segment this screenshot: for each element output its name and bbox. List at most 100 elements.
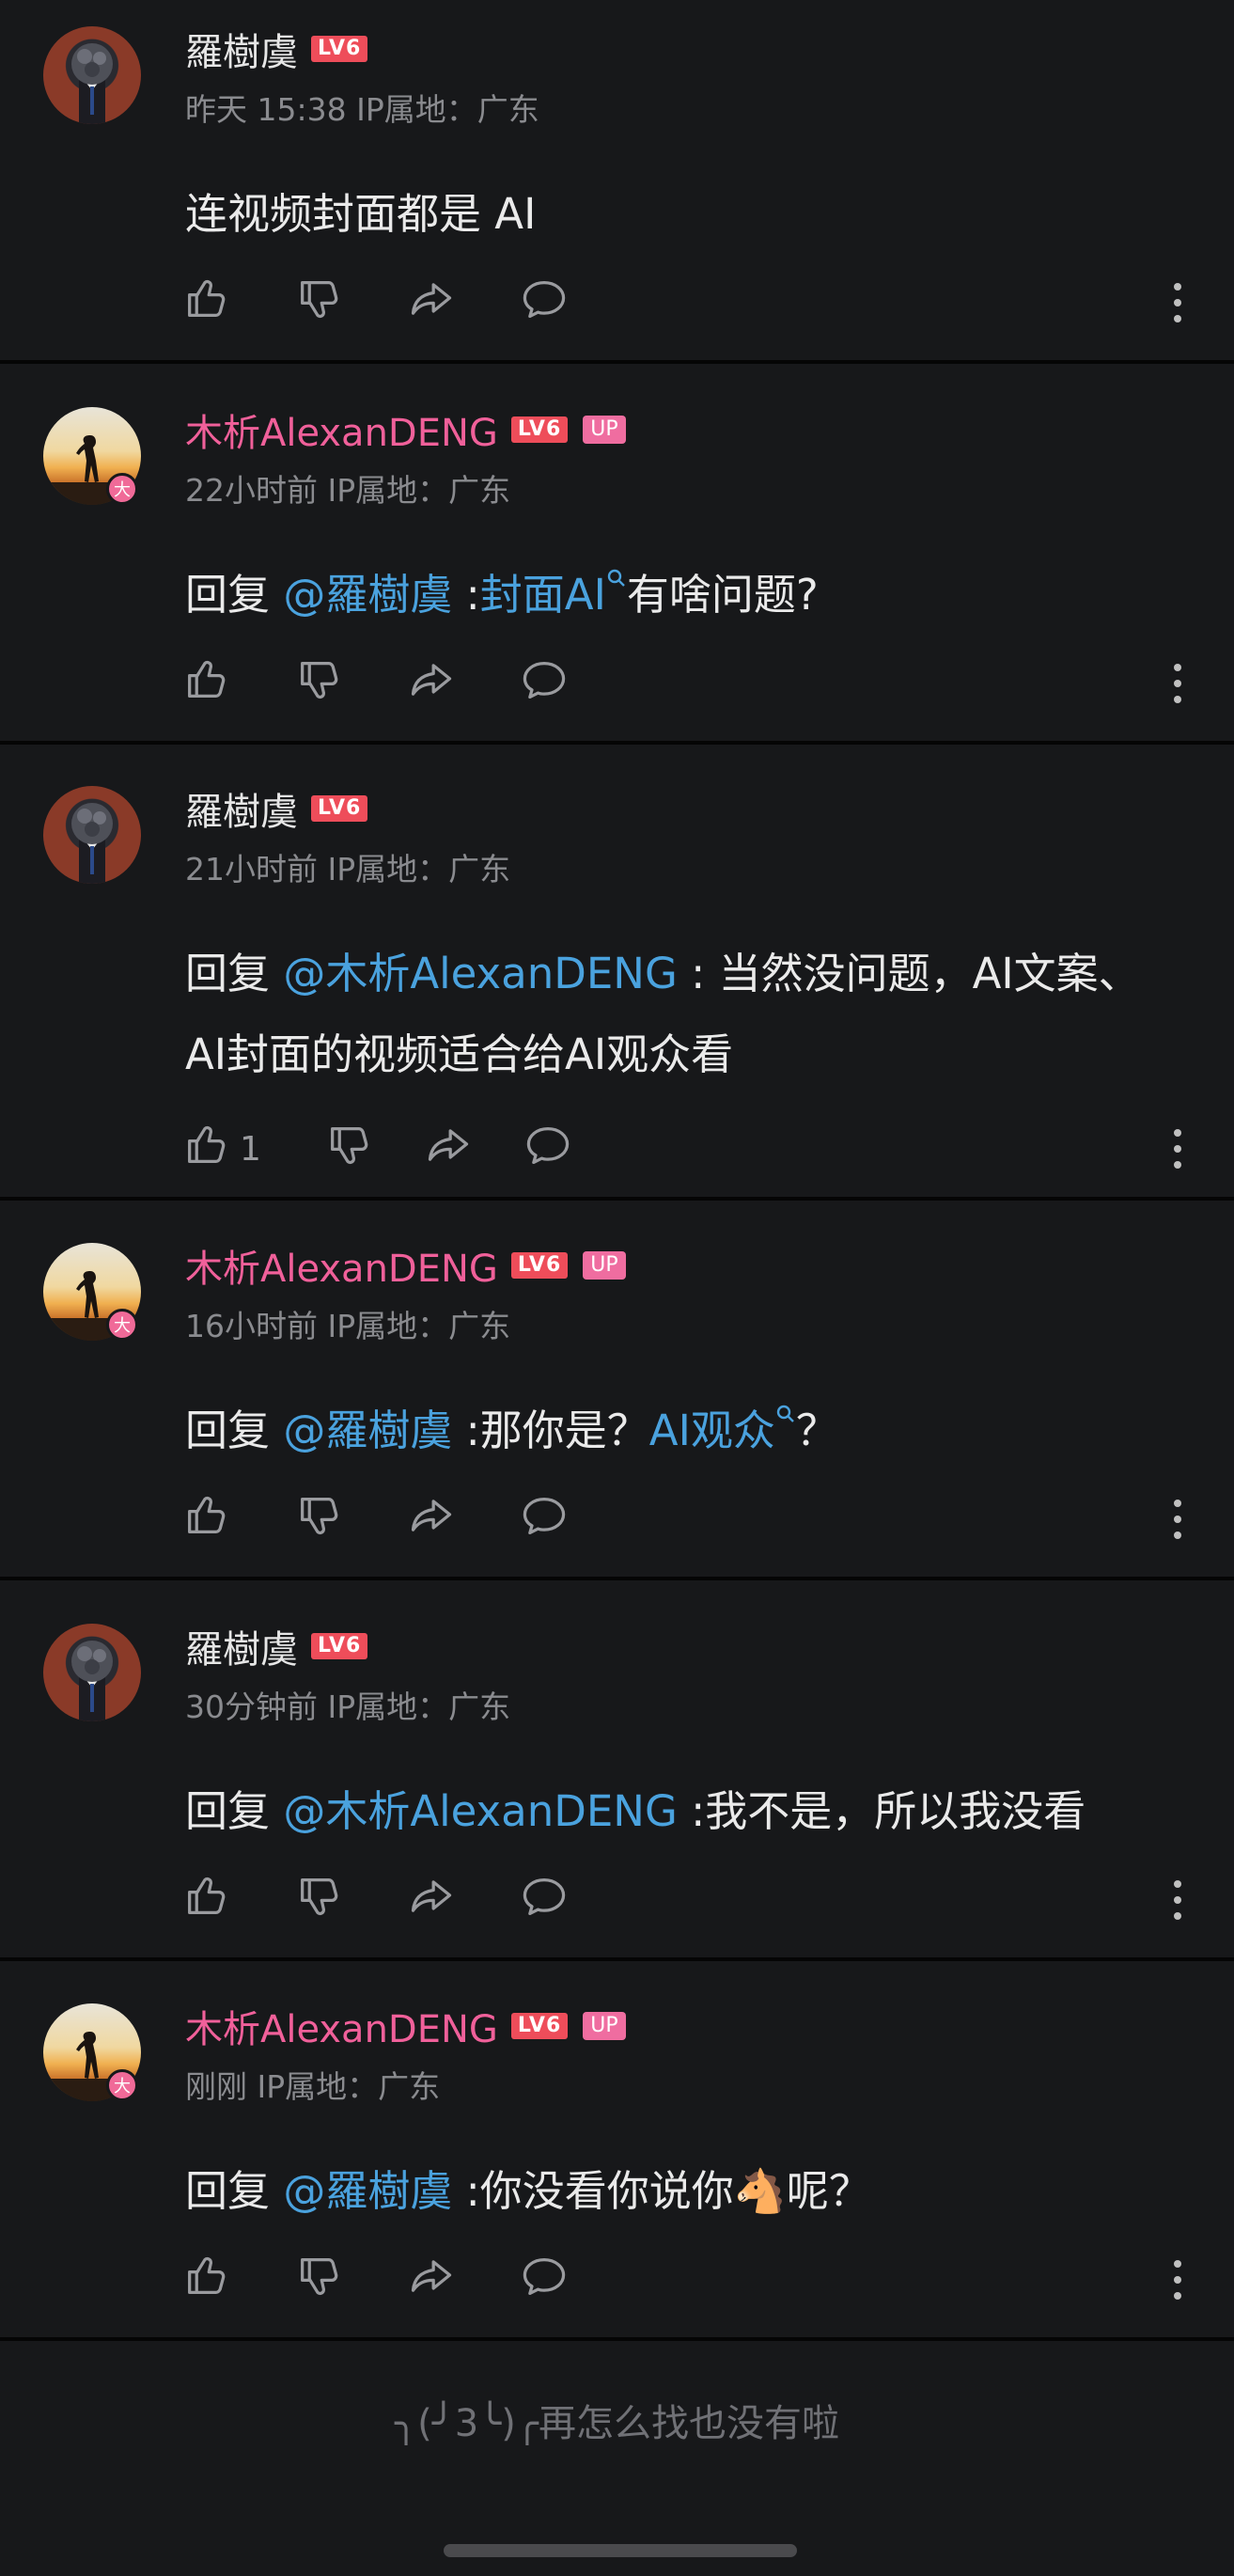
like-icon [181,2252,230,2309]
action-bar [181,655,569,712]
reply-icon [520,275,569,332]
dislike-icon [294,275,343,332]
action-bar [181,2252,569,2308]
level-badge: LV6 [510,2013,569,2039]
username[interactable]: 木析AlexanDENG [185,1999,498,2053]
divider [0,741,1234,745]
comment-meta: 昨天 15:38 IP属地：广东 [185,85,539,130]
like-button[interactable] [181,275,230,332]
username[interactable]: 羅樹虞 [185,22,298,76]
level-badge: LV6 [311,36,368,62]
text-segment: :你没看你说你🐴呢？ [452,2166,871,2216]
timestamp: 30分钟前 [185,1689,318,1725]
mention-link[interactable]: @羅樹虞 [283,1406,452,1455]
reply-button[interactable] [520,1491,569,1548]
comment-item[interactable]: 大 木析AlexanDENG LV6 UP 刚刚 IP属地：广东 回复 @羅樹虞 :你没看… [0,1977,1234,2337]
like-icon [181,275,230,332]
like-button[interactable] [181,1872,230,1929]
share-button[interactable] [407,2252,456,2309]
comment-text: 回复 @木析AlexanDENG : 当然没问题，AI文案、AI封面的视频适合给… [185,934,1181,1095]
more-icon[interactable] [1164,2252,1192,2308]
comment-meta: 16小时前 IP属地：广东 [185,1301,510,1346]
more-icon[interactable] [1164,1491,1192,1547]
big-member-badge: 大 [106,2069,138,2101]
level-badge: LV6 [311,795,368,822]
big-member-badge: 大 [106,1309,138,1341]
timestamp: 21小时前 [185,851,318,887]
up-badge: UP [583,416,626,444]
dislike-button[interactable] [324,1121,373,1178]
more-icon[interactable] [1164,1872,1192,1928]
mention-link[interactable]: @木析AlexanDENG [283,949,678,998]
action-bar [181,1491,569,1547]
comment-item[interactable]: 大 木析AlexanDENG LV6 UP 22小时前 IP属地：广东 回复 @羅樹虞 :… [0,381,1234,741]
text-segment: 回复 [185,1786,284,1836]
share-icon [407,275,456,332]
like-button[interactable] [181,655,230,713]
comment-item[interactable]: 羅樹虞 LV6 21小时前 IP属地：广东 回复 @木析AlexanDENG : 当然… [0,760,1234,1197]
timestamp: 22小时前 [185,472,318,509]
reply-icon [520,1491,569,1548]
name-row: 羅樹虞 LV6 [185,22,368,76]
name-row: 木析AlexanDENG LV6 UP [185,402,626,457]
name-row: 木析AlexanDENG LV6 UP [185,1238,626,1293]
comment-item[interactable]: 羅樹虞 LV6 昨天 15:38 IP属地：广东连视频封面都是 AI [0,0,1234,360]
reply-button[interactable] [520,2252,569,2309]
dislike-button[interactable] [294,2252,343,2309]
search-keyword-link[interactable]: AI观众 [649,1406,775,1455]
ip-location: IP属地：广东 [247,2068,441,2105]
like-icon [181,655,230,713]
dislike-button[interactable] [294,275,343,332]
reply-button[interactable] [523,1121,572,1178]
share-button[interactable] [424,1121,473,1178]
timestamp: 昨天 15:38 [185,91,347,128]
search-icon[interactable] [775,1404,796,1424]
like-button[interactable] [181,2252,230,2309]
ip-location: IP属地：广东 [346,91,539,128]
username[interactable]: 羅樹虞 [185,781,298,836]
home-indicator[interactable] [444,2544,797,2557]
big-member-badge: 大 [106,473,138,505]
avatar[interactable] [43,1624,141,1721]
share-icon [407,1491,456,1548]
share-button[interactable] [407,275,456,332]
share-icon [407,655,456,713]
comment-item[interactable]: 羅樹虞 LV6 30分钟前 IP属地：广东 回复 @木析AlexanDENG :我不是… [0,1597,1234,1957]
level-badge: LV6 [510,416,569,443]
action-bar: 1 [181,1121,572,1177]
username[interactable]: 羅樹虞 [185,1619,298,1673]
share-button[interactable] [407,1872,456,1929]
avatar[interactable] [43,26,141,124]
reply-button[interactable] [520,655,569,713]
username[interactable]: 木析AlexanDENG [185,1238,498,1293]
action-bar [181,275,569,331]
mention-link[interactable]: @羅樹虞 [283,2166,452,2216]
more-icon[interactable] [1164,275,1192,331]
search-icon[interactable] [606,568,627,589]
divider [0,1577,1234,1580]
more-icon[interactable] [1164,655,1192,712]
share-button[interactable] [407,655,456,713]
dislike-button[interactable] [294,655,343,713]
comment-meta: 刚刚 IP属地：广东 [185,2062,440,2107]
like-button[interactable]: 1 [181,1121,273,1178]
text-segment: 连视频封面都是 AI [185,189,537,239]
avatar[interactable] [43,786,141,884]
reply-button[interactable] [520,1872,569,1929]
timestamp: 刚刚 [185,2068,247,2105]
like-button[interactable] [181,1491,230,1548]
text-segment: :我不是，所以我没看 [677,1786,1086,1836]
dislike-icon [294,1491,343,1548]
dislike-button[interactable] [294,1872,343,1929]
comment-item[interactable]: 大 木析AlexanDENG LV6 UP 16小时前 IP属地：广东 回复 @羅樹虞 :… [0,1217,1234,1577]
dislike-icon [294,655,343,713]
username[interactable]: 木析AlexanDENG [185,402,498,457]
search-keyword-link[interactable]: 封面AI [480,570,606,620]
share-button[interactable] [407,1491,456,1548]
mention-link[interactable]: @羅樹虞 [283,570,452,620]
more-icon[interactable] [1164,1121,1192,1177]
share-icon [407,2252,456,2309]
reply-button[interactable] [520,275,569,332]
mention-link[interactable]: @木析AlexanDENG [283,1786,678,1836]
dislike-button[interactable] [294,1491,343,1548]
